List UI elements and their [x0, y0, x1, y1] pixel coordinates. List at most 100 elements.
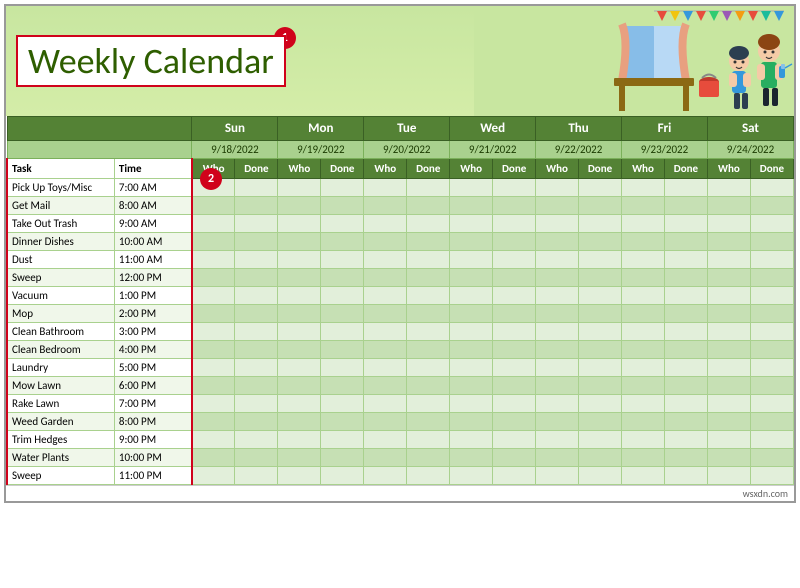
- data-cell[interactable]: [235, 305, 278, 323]
- data-cell[interactable]: [192, 233, 235, 251]
- data-cell[interactable]: [622, 215, 665, 233]
- data-cell[interactable]: [192, 305, 235, 323]
- data-cell[interactable]: [493, 197, 536, 215]
- data-cell[interactable]: [235, 413, 278, 431]
- data-cell[interactable]: [579, 431, 622, 449]
- data-cell[interactable]: [622, 449, 665, 467]
- data-cell[interactable]: [450, 431, 493, 449]
- data-cell[interactable]: [707, 179, 750, 197]
- data-cell[interactable]: [750, 359, 793, 377]
- data-cell[interactable]: [321, 215, 364, 233]
- data-cell[interactable]: [622, 359, 665, 377]
- data-cell[interactable]: [235, 431, 278, 449]
- data-cell[interactable]: [493, 341, 536, 359]
- data-cell[interactable]: [750, 287, 793, 305]
- data-cell[interactable]: [321, 179, 364, 197]
- data-cell[interactable]: [235, 179, 278, 197]
- data-cell[interactable]: [493, 233, 536, 251]
- data-cell[interactable]: [750, 467, 793, 485]
- data-cell[interactable]: [450, 341, 493, 359]
- data-cell[interactable]: [622, 467, 665, 485]
- data-cell[interactable]: [750, 251, 793, 269]
- data-cell[interactable]: [493, 467, 536, 485]
- data-cell[interactable]: [278, 233, 321, 251]
- data-cell[interactable]: [278, 449, 321, 467]
- data-cell[interactable]: [407, 179, 450, 197]
- data-cell[interactable]: [450, 269, 493, 287]
- data-cell[interactable]: [664, 377, 707, 395]
- data-cell[interactable]: [536, 395, 579, 413]
- data-cell[interactable]: [450, 467, 493, 485]
- data-cell[interactable]: [278, 197, 321, 215]
- data-cell[interactable]: [407, 431, 450, 449]
- data-cell[interactable]: [493, 359, 536, 377]
- data-cell[interactable]: [192, 431, 235, 449]
- data-cell[interactable]: [664, 395, 707, 413]
- data-cell[interactable]: [493, 305, 536, 323]
- data-cell[interactable]: [321, 251, 364, 269]
- data-cell[interactable]: [579, 467, 622, 485]
- data-cell[interactable]: [192, 341, 235, 359]
- data-cell[interactable]: [192, 449, 235, 467]
- data-cell[interactable]: [192, 251, 235, 269]
- data-cell[interactable]: [664, 233, 707, 251]
- data-cell[interactable]: [364, 215, 407, 233]
- data-cell[interactable]: [235, 233, 278, 251]
- data-cell[interactable]: [364, 449, 407, 467]
- data-cell[interactable]: [579, 197, 622, 215]
- data-cell[interactable]: [622, 305, 665, 323]
- data-cell[interactable]: [493, 269, 536, 287]
- data-cell[interactable]: [622, 179, 665, 197]
- data-cell[interactable]: [622, 251, 665, 269]
- data-cell[interactable]: [364, 287, 407, 305]
- data-cell[interactable]: [364, 269, 407, 287]
- data-cell[interactable]: [750, 179, 793, 197]
- data-cell[interactable]: [364, 359, 407, 377]
- data-cell[interactable]: [450, 395, 493, 413]
- data-cell[interactable]: [278, 215, 321, 233]
- data-cell[interactable]: [364, 341, 407, 359]
- data-cell[interactable]: [450, 251, 493, 269]
- data-cell[interactable]: [622, 341, 665, 359]
- data-cell[interactable]: [278, 467, 321, 485]
- data-cell[interactable]: [707, 449, 750, 467]
- data-cell[interactable]: [278, 305, 321, 323]
- data-cell[interactable]: [579, 215, 622, 233]
- data-cell[interactable]: [364, 305, 407, 323]
- data-cell[interactable]: [364, 413, 407, 431]
- data-cell[interactable]: [278, 377, 321, 395]
- data-cell[interactable]: [750, 323, 793, 341]
- data-cell[interactable]: [750, 431, 793, 449]
- data-cell[interactable]: [579, 359, 622, 377]
- data-cell[interactable]: [235, 359, 278, 377]
- data-cell[interactable]: [192, 269, 235, 287]
- data-cell[interactable]: [278, 431, 321, 449]
- data-cell[interactable]: [579, 413, 622, 431]
- data-cell[interactable]: [407, 467, 450, 485]
- data-cell[interactable]: [192, 215, 235, 233]
- data-cell[interactable]: [192, 395, 235, 413]
- data-cell[interactable]: [579, 233, 622, 251]
- data-cell[interactable]: [536, 197, 579, 215]
- data-cell[interactable]: [707, 251, 750, 269]
- data-cell[interactable]: [707, 287, 750, 305]
- data-cell[interactable]: [321, 377, 364, 395]
- data-cell[interactable]: [536, 359, 579, 377]
- data-cell[interactable]: [407, 449, 450, 467]
- data-cell[interactable]: [278, 359, 321, 377]
- data-cell[interactable]: [321, 233, 364, 251]
- data-cell[interactable]: [622, 431, 665, 449]
- data-cell[interactable]: [707, 323, 750, 341]
- data-cell[interactable]: [750, 449, 793, 467]
- data-cell[interactable]: [321, 395, 364, 413]
- data-cell[interactable]: [622, 395, 665, 413]
- data-cell[interactable]: [664, 359, 707, 377]
- data-cell[interactable]: [235, 323, 278, 341]
- data-cell[interactable]: [321, 287, 364, 305]
- data-cell[interactable]: [235, 395, 278, 413]
- data-cell[interactable]: [707, 431, 750, 449]
- data-cell[interactable]: [278, 341, 321, 359]
- data-cell[interactable]: [450, 413, 493, 431]
- data-cell[interactable]: [235, 449, 278, 467]
- data-cell[interactable]: [664, 197, 707, 215]
